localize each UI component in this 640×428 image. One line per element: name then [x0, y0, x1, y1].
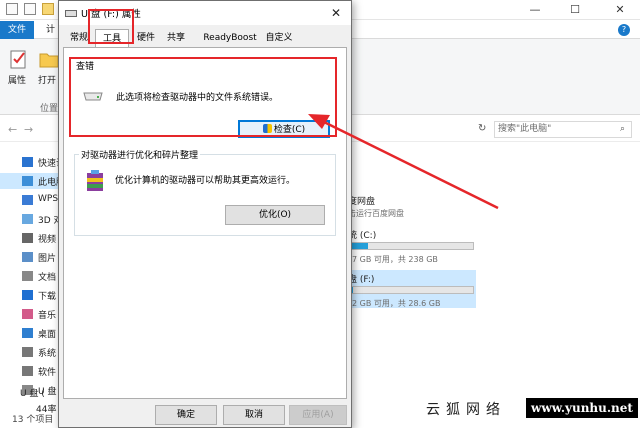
drives-pane: 度网盘 击运行百度网盘 统 (C:) 7 GB 可用，共 238 GB 盘 (F…	[348, 190, 640, 408]
close-icon[interactable]: ✕	[600, 0, 640, 20]
nav-item-label: WPS	[38, 194, 59, 204]
video-icon	[22, 233, 33, 243]
desktop-icon	[22, 328, 33, 338]
nav-item-label: 下载	[38, 292, 57, 302]
nav-item[interactable]: 桌面	[0, 325, 62, 341]
nav-item[interactable]: 快速访	[0, 154, 65, 170]
drive-f-free: 2 GB 可用，共 28.6 GB	[352, 299, 441, 308]
nav-item-label: 文档	[38, 273, 57, 283]
cloud-icon	[22, 195, 33, 205]
document-icon	[22, 271, 33, 281]
drive-c-name[interactable]: 统 (C:)	[348, 228, 376, 241]
defrag-icon	[87, 170, 103, 191]
ribbon-group-location: 位置	[40, 104, 59, 114]
cube-icon	[22, 214, 33, 224]
computer-icon	[22, 176, 33, 186]
nav-item-label: 系统	[38, 349, 57, 359]
drive-c-usage-bar	[348, 242, 474, 250]
search-icon[interactable]: ⌕	[620, 124, 625, 134]
nav-item[interactable]: 图片	[0, 249, 62, 265]
dialog-button-row: 确定 取消 应用(A)	[59, 401, 351, 427]
quick-access-icon[interactable]	[6, 3, 18, 15]
download-icon	[22, 290, 33, 300]
maximize-icon[interactable]: ☐	[560, 0, 590, 20]
status-bar-count: 13 个项目	[12, 415, 54, 425]
drive-cloud-sub: 击运行百度网盘	[348, 209, 404, 218]
tools-tab-highlight	[88, 9, 134, 44]
cancel-button[interactable]: 取消	[223, 405, 285, 425]
watermark-brand: 云狐网络	[426, 402, 506, 418]
music-icon	[22, 309, 33, 319]
drive-c-free: 7 GB 可用，共 238 GB	[352, 255, 438, 264]
tab-readyboost[interactable]: ReadyBoost	[199, 31, 261, 47]
nav-item[interactable]: 音乐	[0, 306, 62, 322]
drive-f-usage-bar	[348, 286, 474, 294]
dialog-close-icon[interactable]: ✕	[321, 1, 351, 25]
apply-button[interactable]: 应用(A)	[289, 405, 347, 425]
watermark-url: www.yunhu.net	[526, 398, 638, 418]
nav-item[interactable]: 文档	[0, 268, 62, 284]
nav-item-label: 图片	[38, 254, 57, 264]
nav-item[interactable]: 3D 对	[0, 211, 63, 227]
optimize-title: 对驱动器进行优化和碎片整理	[79, 148, 201, 161]
navigation-pane: 快速访 此电脑 WPS 3D 对视频 图片 文档 下载 音乐 桌面 系统 软件 U 盘U 盘 (44率	[0, 146, 65, 415]
nav-item-label: 桌面	[38, 330, 57, 340]
tab-computer[interactable]: 计	[46, 21, 55, 39]
search-input[interactable]: 搜索"此电脑"	[494, 121, 632, 138]
nav-item-label: 软件	[38, 368, 57, 378]
error-check-highlight	[69, 57, 337, 137]
nav-item[interactable]: 此电脑	[0, 173, 65, 189]
usb-drive-icon	[65, 10, 77, 17]
optimize-description: 优化计算机的驱动器可以帮助其更高效运行。	[115, 176, 296, 186]
open-label[interactable]: 打开	[38, 73, 56, 86]
drive-cloud-name[interactable]: 度网盘	[348, 194, 375, 207]
tab-customize[interactable]: 自定义	[263, 31, 295, 47]
properties-icon[interactable]	[8, 47, 30, 71]
drive-icon	[22, 366, 33, 376]
nav-item[interactable]: 下载	[0, 287, 62, 303]
tab-sharing[interactable]: 共享	[163, 31, 189, 47]
optimize-group: 对驱动器进行优化和碎片整理 优化计算机的驱动器可以帮助其更高效运行。 优化(O)	[74, 148, 336, 236]
ok-button[interactable]: 确定	[155, 405, 217, 425]
open-icon[interactable]	[38, 47, 60, 71]
nav-usb-tree[interactable]: U 盘 (	[20, 386, 45, 399]
tab-hardware[interactable]: 硬件	[133, 31, 159, 47]
help-icon[interactable]: ?	[618, 24, 630, 36]
minimize-icon[interactable]: —	[520, 0, 550, 20]
drive-icon	[22, 347, 33, 357]
folder-icon[interactable]	[42, 3, 54, 15]
back-icon[interactable]: ←	[8, 123, 17, 136]
watermark: 云狐网络 www.yunhu.net	[418, 396, 640, 420]
nav-item-label: 视频	[38, 235, 57, 245]
refresh-icon[interactable]: ↻	[478, 123, 486, 134]
forward-icon[interactable]: →	[24, 123, 33, 136]
optimize-button[interactable]: 优化(O)	[225, 205, 325, 225]
nav-item[interactable]: 视频	[0, 230, 62, 246]
nav-item[interactable]: WPS	[0, 192, 62, 208]
star-icon	[22, 157, 33, 167]
nav-item-label: 音乐	[38, 311, 57, 321]
checkbox-icon[interactable]	[24, 3, 36, 15]
nav-item[interactable]: 系统	[0, 344, 62, 360]
nav-item[interactable]: 软件	[0, 363, 62, 379]
picture-icon	[22, 252, 33, 262]
tab-file[interactable]: 文件	[0, 21, 34, 39]
properties-label[interactable]: 属性	[8, 73, 26, 86]
